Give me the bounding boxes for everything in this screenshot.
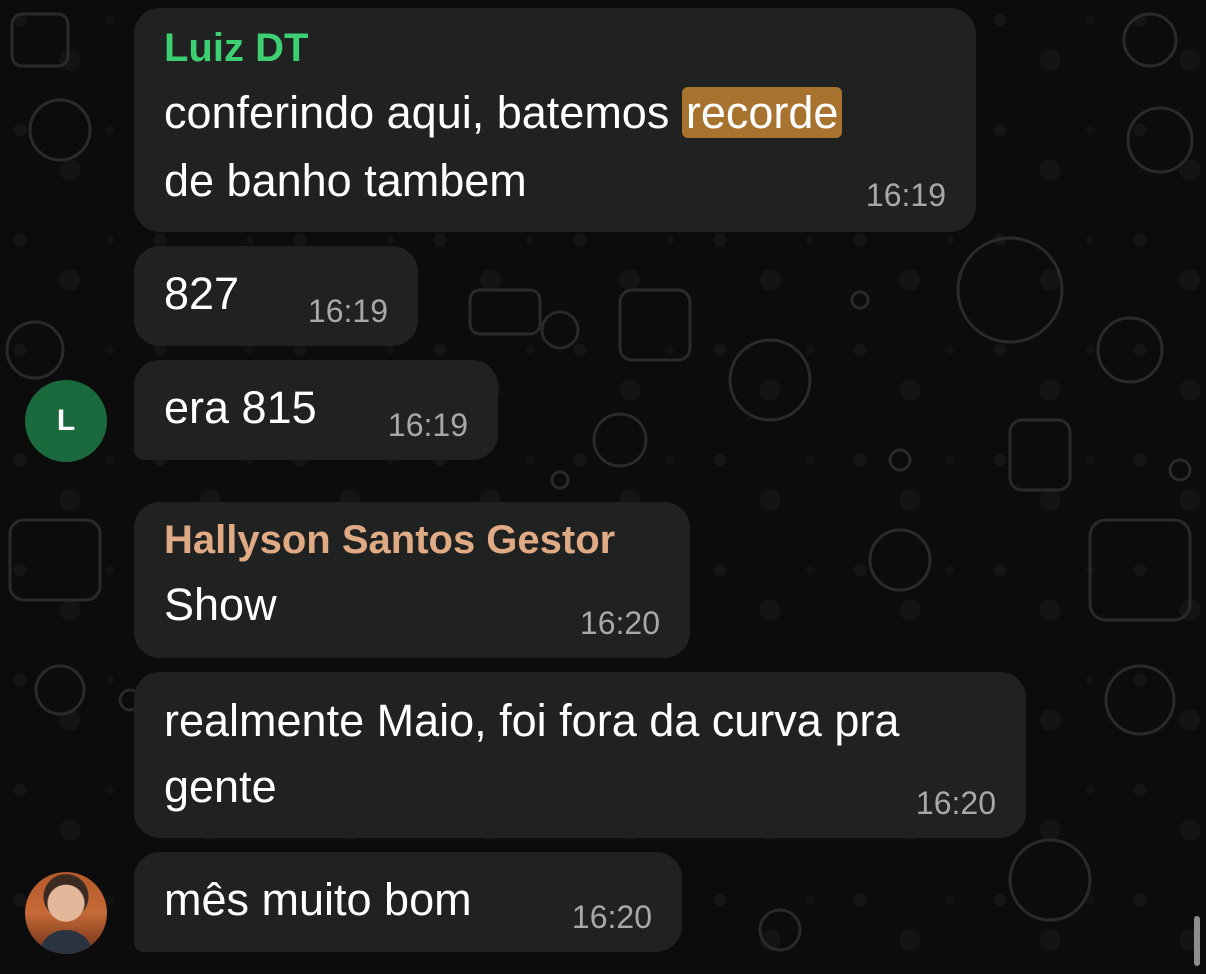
chat-background: Luiz DT conferindo aqui, batemos recorde… bbox=[0, 0, 1206, 974]
message-bubble[interactable]: 827 16:19 bbox=[134, 246, 418, 346]
scrollbar[interactable] bbox=[1194, 916, 1200, 966]
search-highlight: recorde bbox=[681, 87, 843, 138]
message-text: 827 bbox=[164, 268, 240, 319]
avatar-initial: L bbox=[56, 404, 76, 437]
message-text: conferindo aqui, batemos recorde bbox=[164, 80, 843, 146]
message-text: era 815 bbox=[164, 382, 317, 433]
message-bubble[interactable]: Hallyson Santos Gestor Show 16:20 bbox=[134, 502, 690, 658]
message-text-line2: de banho tambem bbox=[164, 155, 527, 206]
avatar-photo-shirt bbox=[39, 930, 93, 954]
message-time: 16:20 bbox=[915, 785, 996, 821]
message-bubble[interactable]: mês muito bom 16:20 bbox=[134, 852, 682, 952]
message-bubble[interactable]: realmente Maio, foi fora da curva pra ge… bbox=[134, 672, 1026, 838]
message-text: realmente Maio, foi fora da curva pra bbox=[164, 695, 900, 746]
message-text: mês muito bom bbox=[164, 874, 472, 925]
message-time: 16:19 bbox=[307, 293, 388, 329]
message-text-line2: gente bbox=[164, 761, 277, 812]
message-time: 16:19 bbox=[387, 407, 468, 443]
message-text: Show bbox=[164, 579, 277, 630]
avatar[interactable]: L bbox=[25, 380, 107, 462]
message-bubble[interactable]: Luiz DT conferindo aqui, batemos recorde… bbox=[134, 8, 976, 232]
avatar[interactable] bbox=[25, 872, 107, 954]
message-bubble[interactable]: era 815 16:19 bbox=[134, 360, 498, 460]
message-time: 16:19 bbox=[865, 177, 946, 213]
message-text-part: conferindo aqui, batemos bbox=[164, 87, 682, 138]
message-time: 16:20 bbox=[571, 899, 652, 935]
message-time: 16:20 bbox=[579, 605, 660, 641]
sender-name[interactable]: Luiz DT bbox=[164, 26, 308, 71]
sender-name[interactable]: Hallyson Santos Gestor bbox=[164, 518, 615, 563]
